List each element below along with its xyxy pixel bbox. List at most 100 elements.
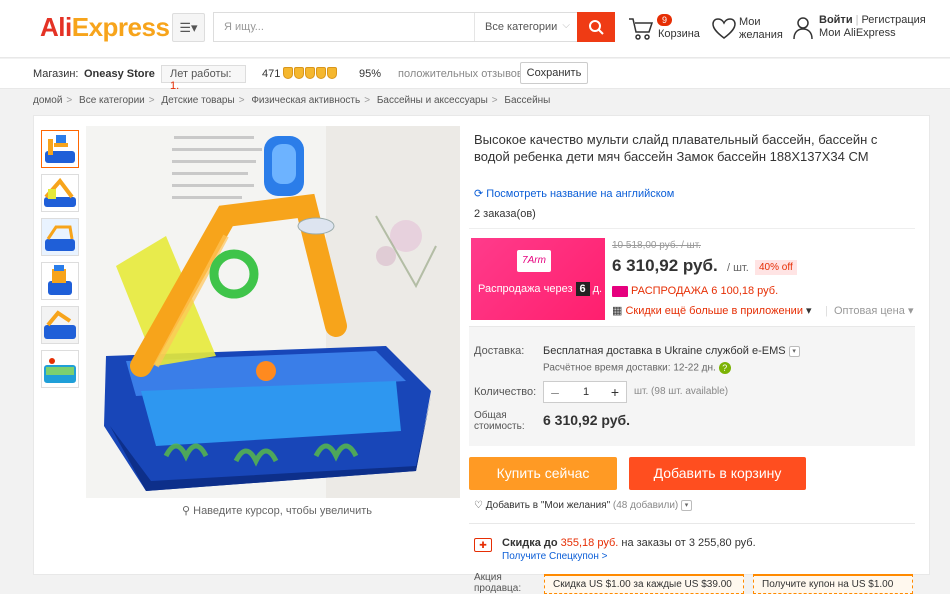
total-price: 6 310,92 руб. — [543, 412, 631, 428]
seller-promo-chip[interactable]: Скидка US $1.00 за каждые US $39.00 — [544, 574, 744, 594]
promo-logo: 7Arm — [517, 250, 551, 272]
coupon-prefix: Скидка до — [502, 537, 561, 549]
price-box: 7Arm Распродажа через 6 д. 10 518,00 руб. … — [469, 228, 915, 323]
store-bar: Магазин: Oneasy Store Лет работы: 1. 471… — [0, 59, 950, 92]
aliexpress-logo[interactable]: AliExpress — [40, 12, 170, 43]
store-years: Лет работы: 1. — [161, 65, 246, 92]
cart-link[interactable]: 9 Корзина — [628, 14, 703, 44]
chevron-down-icon: ⌵ — [562, 20, 570, 31]
add-to-cart-button[interactable]: Добавить в корзину — [629, 457, 806, 490]
thumbnail[interactable] — [41, 306, 79, 344]
quantity-decrease-button[interactable]: – — [544, 382, 566, 402]
coupon-suffix: на заказы от 3 255,80 руб. — [618, 537, 756, 549]
chevron-down-icon: ▾ — [806, 305, 812, 317]
shipping-method: в Ukraine службой e-EMS — [652, 345, 786, 357]
quantity-stepper: – 1 + — [543, 381, 627, 403]
store-medals — [283, 67, 337, 79]
positive-feedback-label: положительных отзывов — [398, 68, 523, 80]
product-main-image[interactable] — [86, 126, 460, 498]
my-account-link[interactable]: Мои AliExpress — [819, 27, 896, 39]
breadcrumb-item[interactable]: Детские товары — [161, 95, 234, 106]
buy-now-button[interactable]: Купить сейчас — [469, 457, 617, 490]
user-icon — [793, 17, 813, 40]
heart-icon — [712, 18, 736, 39]
quantity-increase-button[interactable]: + — [604, 382, 626, 402]
coupon-section: ✚ Скидка до 355,18 руб. на заказы от 3 2… — [469, 523, 915, 578]
wishlist-label: Мои желания — [739, 16, 783, 41]
promo-days: 6 — [575, 282, 590, 296]
promo-text: Распродажа через — [478, 283, 573, 295]
zoom-hint-text: Наведите курсор, чтобы увеличить — [193, 505, 373, 517]
translate-icon: ⟳ — [474, 188, 484, 200]
help-icon[interactable]: ? — [718, 362, 731, 374]
sale-tag-icon — [612, 285, 628, 297]
cart-count-badge: 9 — [657, 14, 673, 26]
pool-illustration — [86, 126, 460, 498]
breadcrumb-item[interactable]: Бассейны — [504, 95, 550, 106]
thumbnail[interactable] — [41, 350, 79, 388]
sale-price: РАСПРОДАЖА 6 100,18 руб. — [612, 285, 778, 297]
categories-menu-button[interactable]: ☰▾ — [172, 13, 205, 42]
chevron-down-icon[interactable]: ▾ — [788, 345, 800, 357]
category-select[interactable]: Все категории ⌵ — [474, 13, 576, 41]
price-unit: / шт. — [727, 262, 749, 274]
search-icon — [589, 20, 604, 35]
wishlist-count: (48 добавили) — [612, 500, 679, 512]
account-separator: | — [855, 14, 859, 26]
app-discount-label: Скидки ещё больше в приложении — [625, 305, 803, 317]
quantity-input[interactable]: 1 — [566, 382, 606, 402]
cart-label: Корзина — [658, 28, 700, 40]
thumbnail[interactable] — [41, 174, 79, 212]
heart-plus-icon: ♡ — [474, 500, 483, 512]
breadcrumb-item[interactable]: домой — [33, 95, 62, 106]
breadcrumb-item[interactable]: Все категории — [79, 95, 145, 106]
add-to-wishlist-link[interactable]: ♡ Добавить в "Мои желания" (48 добавили)… — [474, 500, 693, 512]
shipping-value[interactable]: Бесплатная доставка в Ukraine службой e-… — [543, 345, 800, 357]
store-name-link[interactable]: Oneasy Store — [84, 68, 155, 80]
medal-icon — [294, 67, 304, 79]
availability: шт. (98 шт. available) — [634, 386, 729, 397]
medal-icon — [327, 67, 337, 79]
logo-text-1: Ali — [40, 12, 72, 42]
product-title: Высокое качество мульти слайд плавательн… — [474, 132, 878, 164]
positive-feedback-link[interactable]: положительных отзывов ⌵ — [398, 68, 534, 81]
seller-coupon-chip[interactable]: Получите купон на US $1.00 — [753, 574, 913, 594]
wholesale-price-link[interactable]: | Оптовая цена ▾ — [825, 304, 913, 317]
promo-countdown: Распродажа через 6 д. — [478, 282, 602, 296]
qr-code-icon: ▦ — [612, 305, 623, 317]
positive-percent: 95% — [359, 68, 382, 80]
search-bar: Я ищу... Все категории ⌵ — [213, 12, 615, 42]
register-link[interactable]: Регистрация — [861, 14, 925, 26]
zoom-hint: ⚲ Наведите курсор, чтобы увеличить — [182, 504, 372, 517]
search-button[interactable] — [577, 12, 615, 42]
search-input[interactable]: Я ищу... — [224, 21, 264, 33]
coupon-icon: ✚ — [474, 538, 492, 552]
magnifier-icon: ⚲ — [182, 505, 191, 517]
thumbnail[interactable] — [41, 130, 79, 168]
shipping-free: Бесплатная доставка — [543, 345, 653, 357]
header: AliExpress ☰▾ Я ищу... Все категории ⌵ 9 … — [0, 0, 950, 58]
save-store-button[interactable]: Сохранить — [520, 62, 588, 84]
delivery-eta-text: Расчётное время доставки: 12-22 дн. — [543, 362, 716, 374]
total-label: Общая стоимость: — [474, 410, 525, 432]
old-price: 10 518,00 руб. / шт. — [612, 240, 701, 251]
breadcrumb-item[interactable]: Бассейны и аксессуары — [377, 95, 488, 106]
product-panel: ⚲ Наведите курсор, чтобы увеличить Высок… — [33, 115, 930, 594]
promo-days-unit: д. — [592, 283, 603, 295]
shipping-label: Доставка: — [474, 345, 525, 357]
coupon-amount: 355,18 руб. — [560, 537, 619, 549]
medal-icon — [283, 67, 293, 79]
app-discount-link[interactable]: ▦ Скидки ещё больше в приложении ▾ — [612, 304, 812, 317]
see-english-link[interactable]: ⟳ Посмотреть название на английском — [474, 187, 674, 200]
breadcrumb-item[interactable]: Физическая активность — [251, 95, 360, 106]
thumbnail[interactable] — [41, 262, 79, 300]
chevron-down-icon[interactable]: ▾ — [681, 500, 693, 511]
logo-text-2: Express — [71, 12, 170, 42]
login-link[interactable]: Войти — [819, 14, 853, 26]
coupon-text: Скидка до 355,18 руб. на заказы от 3 255… — [502, 537, 756, 549]
get-coupon-link[interactable]: Получите Спецкупон > — [502, 551, 608, 562]
thumbnail[interactable] — [41, 218, 79, 256]
see-english-label: Посмотреть название на английском — [486, 188, 675, 200]
medal-icon — [316, 67, 326, 79]
sale-promo-banner: 7Arm Распродажа через 6 д. — [471, 238, 605, 320]
